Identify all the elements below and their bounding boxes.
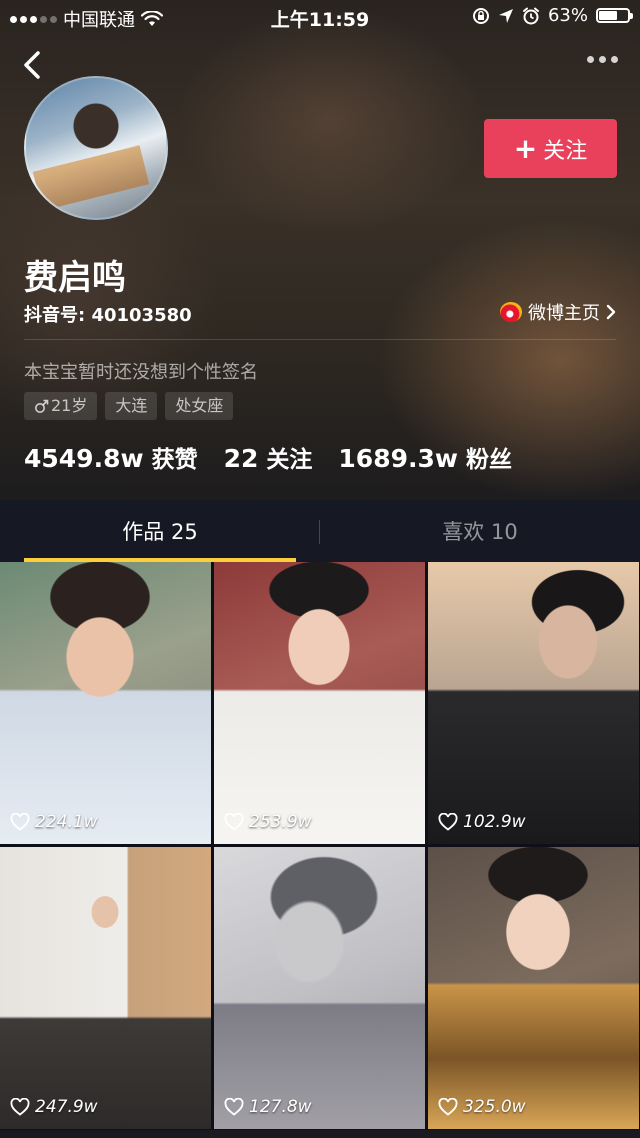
follow-label: 关注 <box>543 138 588 164</box>
status-bar: 中国联通 上午11:59 63% <box>0 0 640 34</box>
stat-following-num: 22 <box>223 444 259 473</box>
tab-works[interactable]: 作品 25 <box>0 500 320 562</box>
tag-zodiac: 处女座 <box>165 392 234 420</box>
tag-age: 21岁 <box>24 392 98 420</box>
tag-age-label: 21岁 <box>51 396 88 415</box>
stat-following-label: 关注 <box>266 447 313 473</box>
stat-fans[interactable]: 1689.3w 粉丝 <box>338 440 512 474</box>
back-icon[interactable] <box>20 50 44 80</box>
video-likes: 253.9w <box>224 812 312 832</box>
battery-percent: 63% <box>547 5 588 26</box>
profile-stats: 4549.8w 获赞 22 关注 1689.3w 粉丝 <box>24 440 512 474</box>
video-grid: 224.1w 253.9w 102.9w 247.9w 127.8w 325.0… <box>0 562 640 1138</box>
video-likes-count: 224.1w <box>35 812 98 832</box>
video-thumbnail[interactable]: 127.8w <box>214 847 425 1129</box>
location-icon <box>498 8 513 23</box>
video-likes: 127.8w <box>224 1097 312 1117</box>
video-likes-count: 253.9w <box>249 812 312 832</box>
video-likes: 247.9w <box>10 1097 98 1117</box>
stat-likes-label: 获赞 <box>151 447 198 473</box>
heart-icon <box>10 1098 30 1116</box>
video-likes-count: 247.9w <box>35 1097 98 1117</box>
tab-likes[interactable]: 喜欢 10 <box>320 500 640 562</box>
battery-fill <box>599 11 617 20</box>
heart-icon <box>438 1098 458 1116</box>
heart-icon <box>10 813 30 831</box>
weibo-link[interactable]: 微博主页 <box>500 299 616 325</box>
video-likes: 325.0w <box>438 1097 526 1117</box>
video-likes: 224.1w <box>10 812 98 832</box>
video-likes: 102.9w <box>438 812 526 832</box>
profile-screen: 中国联通 上午11:59 63% + 关注 费启鸣 抖音号: 40103580 … <box>0 0 640 1138</box>
video-thumbnail[interactable]: 325.0w <box>428 847 639 1129</box>
follow-button[interactable]: + 关注 <box>484 119 617 178</box>
alarm-icon <box>522 7 539 24</box>
stat-likes-num: 4549.8w <box>24 444 144 473</box>
stat-fans-num: 1689.3w <box>338 444 458 473</box>
battery-icon <box>596 8 633 23</box>
video-likes-count: 102.9w <box>463 812 526 832</box>
stat-likes: 4549.8w 获赞 <box>24 440 198 474</box>
stat-following[interactable]: 22 关注 <box>224 440 313 474</box>
video-likes-count: 325.0w <box>463 1097 526 1117</box>
heart-icon <box>224 1098 244 1116</box>
video-thumbnail[interactable]: 247.9w <box>0 847 211 1129</box>
plus-icon: + <box>513 131 538 165</box>
tag-zodiac-label: 处女座 <box>175 396 224 415</box>
status-right: 63% <box>472 5 633 26</box>
avatar[interactable] <box>24 76 168 220</box>
lock-rotation-icon <box>472 7 489 24</box>
male-icon <box>35 399 49 413</box>
profile-tags: 21岁 大连 处女座 <box>24 392 234 420</box>
tag-city: 大连 <box>105 392 158 420</box>
signature: 本宝宝暂时还没想到个性签名 <box>24 362 258 383</box>
stat-fans-label: 粉丝 <box>466 447 512 473</box>
avatar-photo <box>32 145 150 211</box>
more-icon[interactable] <box>587 56 618 63</box>
heart-icon <box>438 813 458 831</box>
user-name: 费启鸣 <box>24 258 126 298</box>
content-tabs: 作品 25 喜欢 10 <box>0 500 640 562</box>
video-thumbnail[interactable]: 253.9w <box>214 562 425 844</box>
video-thumbnail[interactable]: 224.1w <box>0 562 211 844</box>
tag-city-label: 大连 <box>115 396 148 415</box>
chevron-right-icon <box>606 304 616 320</box>
weibo-icon <box>500 302 522 322</box>
next-row-peek <box>0 1130 640 1138</box>
douyin-id: 抖音号: 40103580 <box>24 305 192 326</box>
weibo-label: 微博主页 <box>528 303 600 324</box>
heart-icon <box>224 813 244 831</box>
divider <box>24 339 616 340</box>
video-likes-count: 127.8w <box>249 1097 312 1117</box>
video-thumbnail[interactable]: 102.9w <box>428 562 639 844</box>
